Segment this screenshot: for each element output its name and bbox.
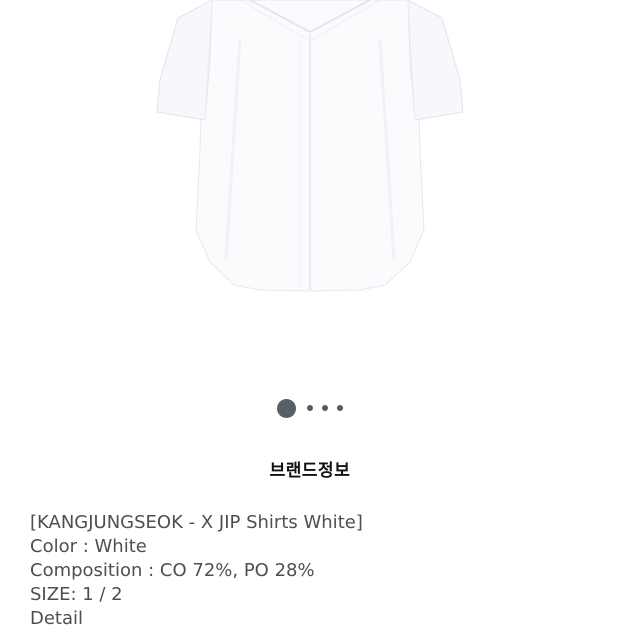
product-detail-heading: Detail <box>30 608 84 629</box>
product-color: Color : White <box>30 536 147 557</box>
product-image[interactable] <box>0 0 620 380</box>
pager-dot-4[interactable] <box>337 405 343 411</box>
shirt-right-sleeve <box>407 0 464 121</box>
product-size: SIZE: 1 / 2 <box>30 584 123 605</box>
product-composition: Composition : CO 72%, PO 28% <box>30 560 315 581</box>
image-pager[interactable] <box>0 398 620 418</box>
brand-info-title: 브랜드정보 <box>269 461 351 481</box>
pager-dot-3[interactable] <box>322 405 328 411</box>
shirt-left-sleeve <box>156 0 213 121</box>
pager-dot-2[interactable] <box>307 405 313 411</box>
product-name: [KANGJUNGSEOK - X JIP Shirts White] <box>30 512 363 533</box>
pager-dot-1[interactable] <box>277 398 296 418</box>
product-details: [KANGJUNGSEOK - X JIP Shirts White] Colo… <box>30 511 363 631</box>
shirt-illustration <box>156 0 464 292</box>
